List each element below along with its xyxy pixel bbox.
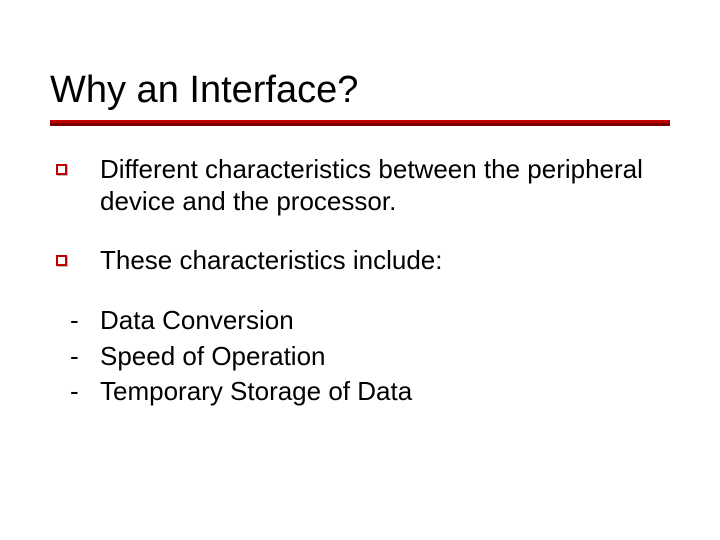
dash-bullet-icon: - [70,376,79,408]
square-bullet-icon [56,255,67,266]
bullet-item: Different characteristics between the pe… [50,154,670,217]
slide: Why an Interface? Different characterist… [0,0,720,540]
dash-item: - Temporary Storage of Data [50,376,670,408]
title-underline [50,120,670,126]
dash-item: - Speed of Operation [50,341,670,373]
bullet-text: Different characteristics between the pe… [100,154,643,216]
dash-bullet-icon: - [70,341,79,373]
slide-title: Why an Interface? [50,70,670,112]
dash-text: Speed of Operation [100,341,326,371]
bullet-item: These characteristics include: [50,245,670,277]
slide-body: Different characteristics between the pe… [50,154,670,408]
dash-text: Temporary Storage of Data [100,376,412,406]
dash-text: Data Conversion [100,305,294,335]
bullet-text: These characteristics include: [100,245,442,275]
dash-bullet-icon: - [70,305,79,337]
dash-item: - Data Conversion [50,305,670,337]
square-bullet-icon [56,164,67,175]
